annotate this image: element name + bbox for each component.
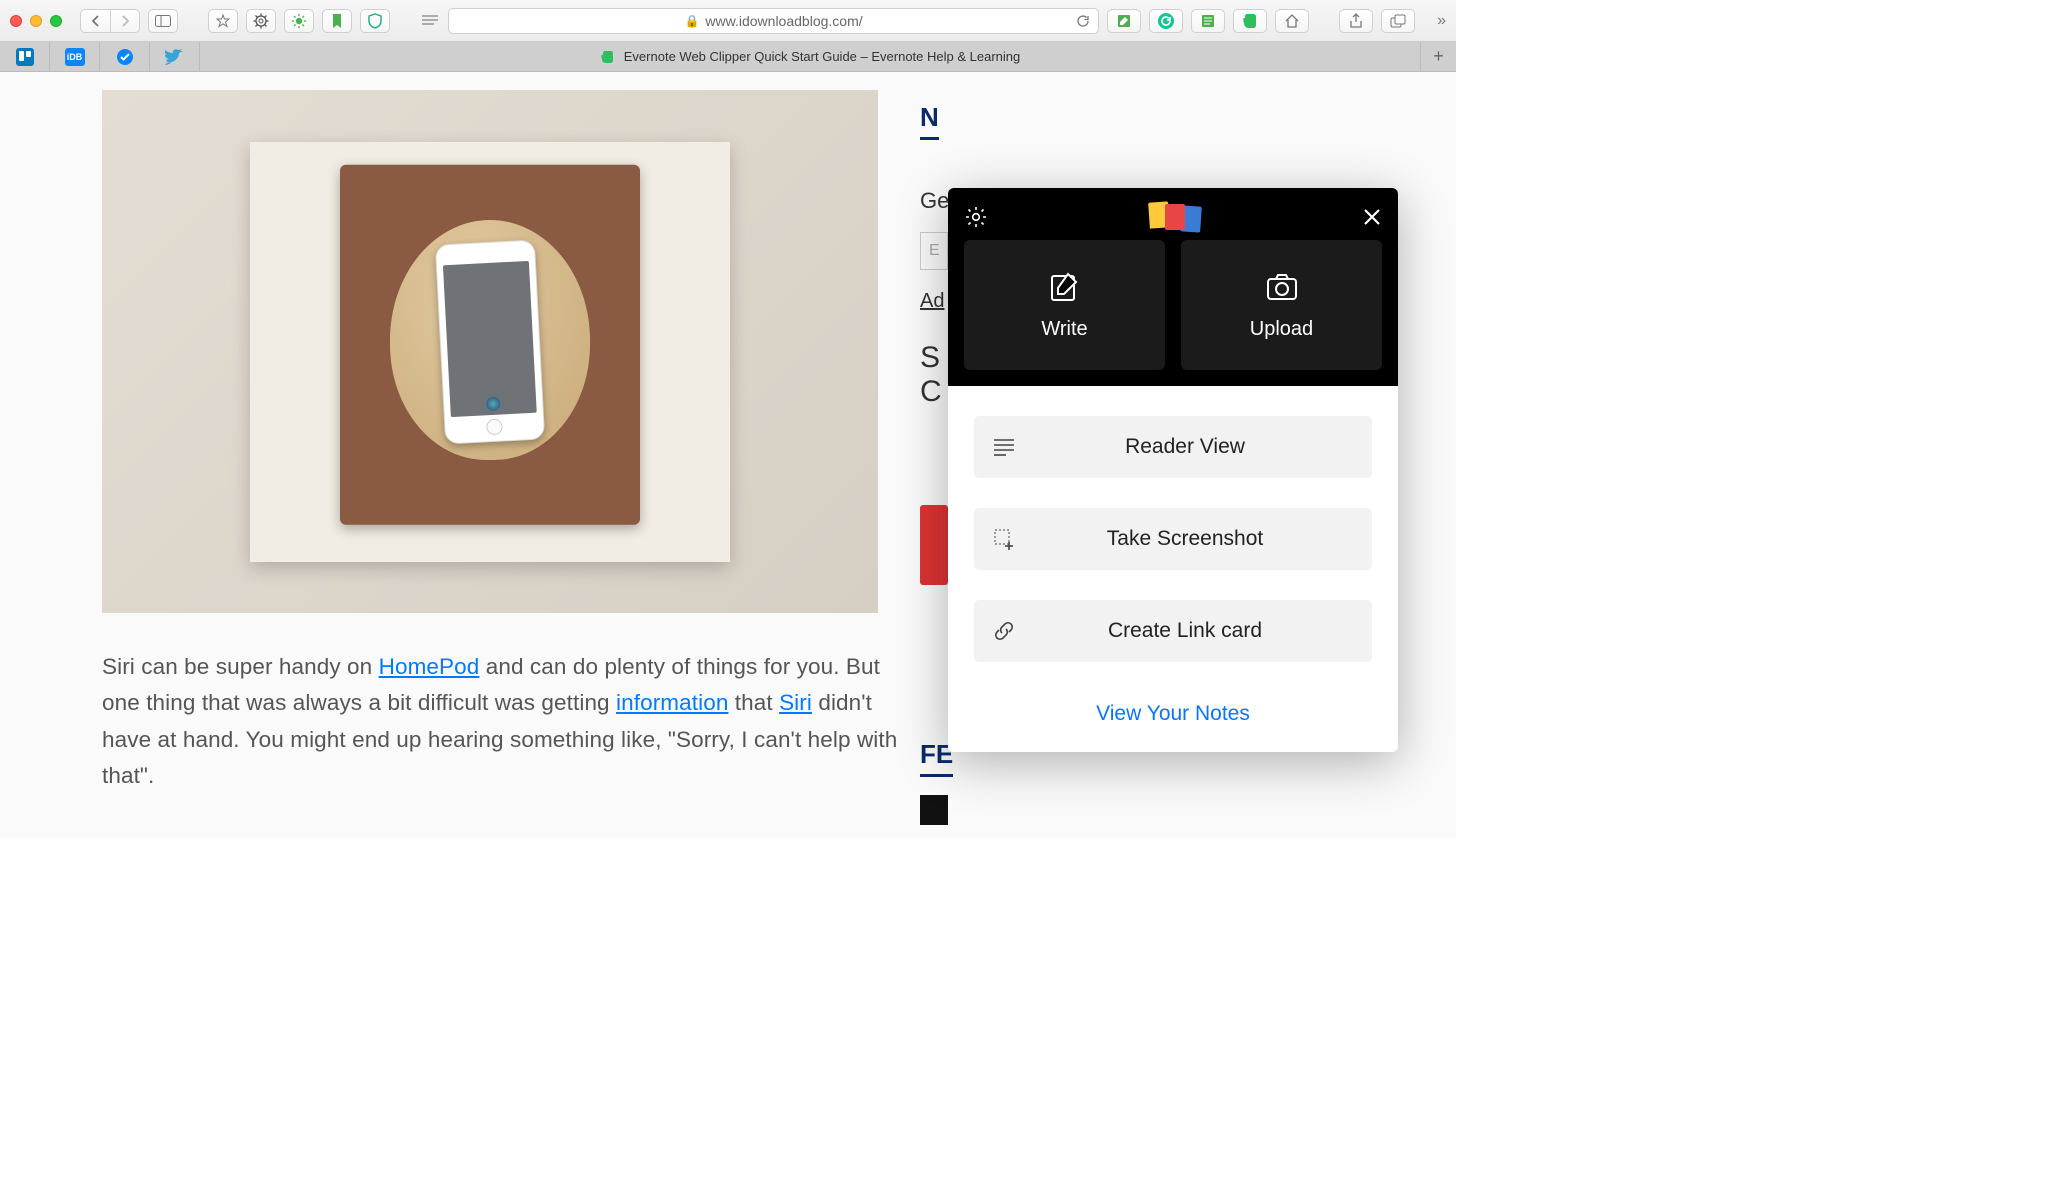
newsletter-heading: N bbox=[920, 102, 939, 140]
screenshot-icon bbox=[992, 528, 1016, 550]
clipper-popup: Write Upload Reader View Take Screenshot bbox=[948, 188, 1398, 752]
upload-label: Upload bbox=[1250, 318, 1313, 341]
active-tab[interactable]: Evernote Web Clipper Quick Start Guide –… bbox=[200, 42, 1420, 71]
link-homepod[interactable]: HomePod bbox=[379, 654, 480, 679]
clipper-upload-button[interactable]: Upload bbox=[1181, 240, 1382, 370]
clipper-logo-icon bbox=[1145, 204, 1205, 230]
clipper-link-card-button[interactable]: Create Link card bbox=[974, 600, 1372, 662]
address-bar[interactable]: 🔒 www.idownloadblog.com/ bbox=[448, 8, 1099, 34]
clipper-close-button[interactable] bbox=[1362, 207, 1382, 227]
featured-thumb[interactable] bbox=[920, 795, 948, 825]
new-tab-button[interactable]: + bbox=[1420, 42, 1456, 71]
bookmark-icon[interactable] bbox=[322, 9, 352, 33]
link-information[interactable]: information bbox=[616, 690, 728, 715]
link-icon bbox=[992, 620, 1016, 642]
top-sites-button[interactable] bbox=[208, 9, 238, 33]
fav-trello-icon[interactable] bbox=[0, 42, 50, 72]
clipper-screenshot-button[interactable]: Take Screenshot bbox=[974, 508, 1372, 570]
overflow-button[interactable]: » bbox=[1437, 12, 1446, 30]
url-text: www.idownloadblog.com/ bbox=[705, 13, 862, 29]
extension-grammarly-icon[interactable] bbox=[1149, 9, 1183, 33]
forward-button[interactable] bbox=[110, 9, 140, 33]
clipper-body: Reader View Take Screenshot Create Link … bbox=[948, 386, 1398, 752]
home-button[interactable] bbox=[1275, 9, 1309, 33]
article-body: Siri can be super handy on HomePod and c… bbox=[102, 649, 898, 795]
text: Siri can be super handy on bbox=[102, 654, 379, 679]
clipper-header: Write Upload bbox=[948, 188, 1398, 386]
article: Siri can be super handy on HomePod and c… bbox=[60, 72, 940, 838]
email-input[interactable]: E bbox=[920, 232, 948, 270]
reload-button[interactable] bbox=[1076, 14, 1090, 28]
lock-icon: 🔒 bbox=[684, 14, 699, 28]
reader-view-label: Reader View bbox=[1056, 435, 1354, 459]
close-window[interactable] bbox=[10, 15, 22, 27]
browser-toolbar: 🔒 www.idownloadblog.com/ » bbox=[0, 0, 1456, 42]
reader-view-icon[interactable] bbox=[420, 9, 440, 33]
text: that bbox=[728, 690, 779, 715]
write-icon bbox=[1048, 270, 1082, 304]
clipper-write-button[interactable]: Write bbox=[964, 240, 1165, 370]
sidebar-toggle-button[interactable] bbox=[148, 9, 178, 33]
fav-bird-icon[interactable] bbox=[150, 42, 200, 72]
minimize-window[interactable] bbox=[30, 15, 42, 27]
article-hero-image bbox=[102, 90, 878, 613]
view-notes-link[interactable]: View Your Notes bbox=[974, 692, 1372, 726]
fav-idb-icon[interactable]: iDB bbox=[50, 42, 100, 72]
camera-icon bbox=[1265, 270, 1299, 304]
subscribe-button-partial[interactable] bbox=[920, 505, 948, 585]
window-controls bbox=[10, 15, 62, 27]
show-tabs-button[interactable] bbox=[1381, 9, 1415, 33]
extension-notes-icon[interactable] bbox=[1191, 9, 1225, 33]
shield-icon[interactable] bbox=[360, 9, 390, 33]
favorites-strip: iDB bbox=[0, 42, 200, 71]
write-label: Write bbox=[1041, 318, 1087, 341]
tab-bar: iDB Evernote Web Clipper Quick Start Gui… bbox=[0, 42, 1456, 72]
page-content: Siri can be super handy on HomePod and c… bbox=[0, 72, 1456, 838]
share-button[interactable] bbox=[1339, 9, 1373, 33]
link-card-label: Create Link card bbox=[1056, 619, 1354, 643]
screenshot-label: Take Screenshot bbox=[1056, 527, 1354, 551]
clipper-reader-view-button[interactable]: Reader View bbox=[974, 416, 1372, 478]
settings-gear-button[interactable] bbox=[246, 9, 276, 33]
evernote-favicon bbox=[600, 49, 616, 65]
tab-title: Evernote Web Clipper Quick Start Guide –… bbox=[624, 49, 1020, 64]
clipper-settings-button[interactable] bbox=[964, 205, 988, 229]
zoom-window[interactable] bbox=[50, 15, 62, 27]
brightness-icon[interactable] bbox=[284, 9, 314, 33]
back-button[interactable] bbox=[80, 9, 110, 33]
extension-memo-icon[interactable] bbox=[1107, 9, 1141, 33]
link-siri[interactable]: Siri bbox=[779, 690, 812, 715]
reader-lines-icon bbox=[992, 438, 1016, 456]
extension-evernote-icon[interactable] bbox=[1233, 9, 1267, 33]
fav-check-icon[interactable] bbox=[100, 42, 150, 72]
